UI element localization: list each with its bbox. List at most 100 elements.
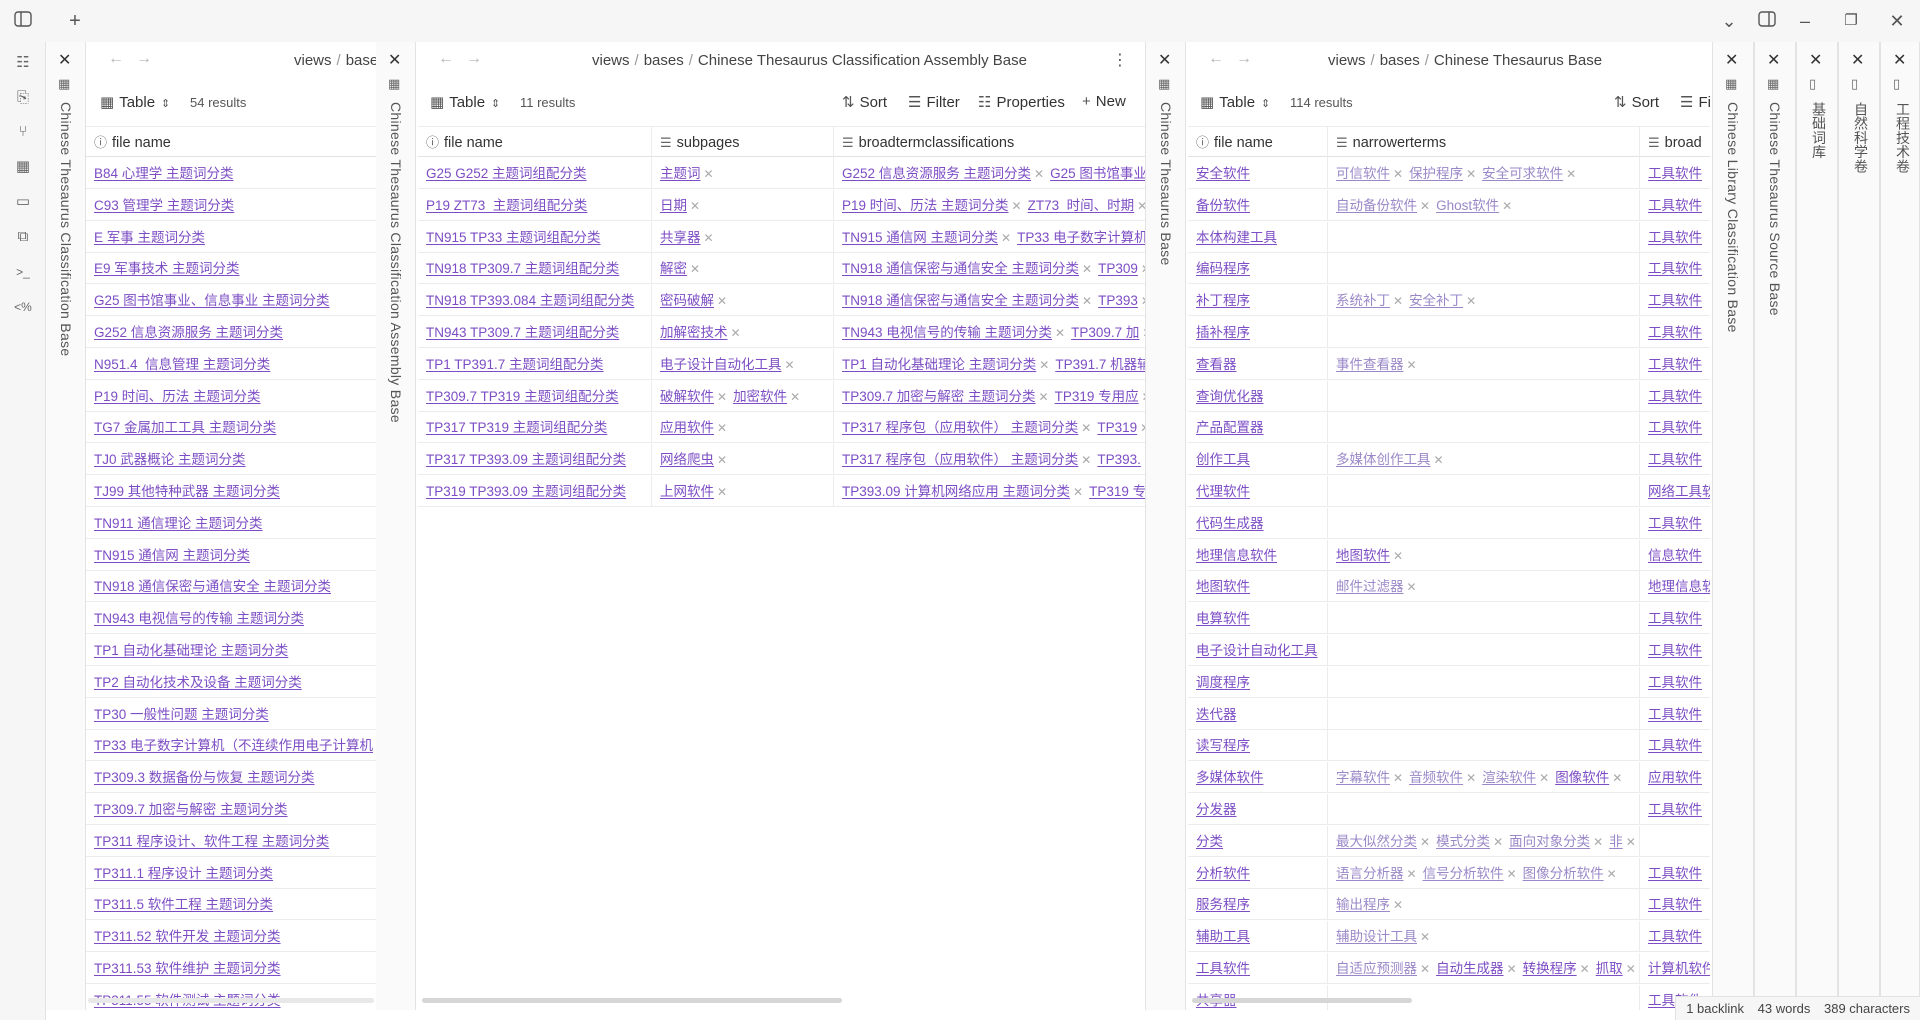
broader-link[interactable]: 信息软件 [1648, 548, 1702, 563]
tag-link[interactable]: 音频软件 [1409, 770, 1463, 785]
file-link[interactable]: TN915 TP33 主题词组配分类 [426, 230, 601, 245]
file-link[interactable]: TP309.3 数据备份与恢复 主题词分类 [94, 770, 315, 785]
remove-tag-icon[interactable]: ✕ [690, 199, 700, 213]
backlink-count[interactable]: 1 backlink [1686, 1001, 1744, 1016]
remove-tag-icon[interactable]: ✕ [1137, 199, 1145, 213]
file-link[interactable]: E9 军事技术 主题词分类 [94, 261, 240, 276]
file-link[interactable]: TP311.1 程序设计 主题词分类 [94, 866, 273, 881]
remove-tag-icon[interactable]: ✕ [704, 231, 714, 245]
file-link[interactable]: TP1 自动化基础理论 主题词分类 [94, 643, 288, 658]
close-tab-button[interactable]: ✕ [1158, 50, 1171, 70]
file-link[interactable]: 创作工具 [1196, 452, 1250, 467]
broader-link[interactable]: 工具软件 [1648, 452, 1702, 467]
broader-link[interactable]: 工具软件 [1648, 357, 1702, 372]
tag-link[interactable]: Ghost软件 [1436, 198, 1499, 213]
breadcrumb-item[interactable]: Chinese Thesaurus Classification Assembl… [698, 52, 1027, 69]
tag-link[interactable]: 图像分析软件 [1523, 866, 1604, 881]
tag-link[interactable]: 日期 [660, 198, 687, 213]
sidebar-toggle-icon[interactable] [12, 10, 34, 32]
close-tab-button[interactable]: ✕ [388, 50, 401, 70]
close-tab-button[interactable]: ✕ [1725, 50, 1738, 70]
remove-tag-icon[interactable]: ✕ [1566, 167, 1576, 181]
file-link[interactable]: TP309.7 TP319 主题词组配分类 [426, 389, 619, 404]
remove-tag-icon[interactable]: ✕ [1420, 962, 1430, 976]
breadcrumb-item[interactable]: views [294, 52, 332, 69]
tag-link[interactable]: TP309.7 加 [1071, 325, 1139, 340]
remove-tag-icon[interactable]: ✕ [1034, 167, 1044, 181]
remove-tag-icon[interactable]: ✕ [1626, 835, 1636, 849]
file-link[interactable]: 分发器 [1196, 802, 1237, 817]
remove-tag-icon[interactable]: ✕ [1393, 898, 1403, 912]
remove-tag-icon[interactable]: ✕ [1393, 294, 1403, 308]
percent-code-icon[interactable]: <% [12, 296, 34, 318]
file-link[interactable]: TN915 通信网 主题词分类 [94, 548, 250, 563]
remove-tag-icon[interactable]: ✕ [1393, 771, 1403, 785]
forward-arrow-icon[interactable]: → [466, 50, 482, 68]
remove-tag-icon[interactable]: ✕ [1502, 199, 1512, 213]
remove-tag-icon[interactable]: ✕ [785, 358, 795, 372]
tag-link[interactable]: 网络爬虫 [660, 452, 714, 467]
restore-button[interactable]: ❐ [1840, 10, 1862, 32]
file-link[interactable]: 备份软件 [1196, 198, 1250, 213]
file-link[interactable]: 电子设计自动化工具 [1196, 643, 1318, 658]
header-file-name[interactable]: ⓘ file name [418, 127, 652, 158]
remove-tag-icon[interactable]: ✕ [1082, 294, 1092, 308]
back-arrow-icon[interactable]: ← [438, 50, 454, 68]
header-broader[interactable]: ☰ broad [1640, 127, 1710, 158]
header-narrowerterms[interactable]: ☰ narrowerterms [1328, 127, 1640, 158]
broader-link[interactable]: 工具软件 [1648, 802, 1702, 817]
tag-link[interactable]: 最大似然分类 [1336, 834, 1417, 849]
pane1-tab-label[interactable]: Chinese Thesaurus Classification Base [58, 102, 74, 356]
broader-link[interactable]: 工具软件 [1648, 293, 1702, 308]
file-link[interactable]: TP309.7 加密与解密 主题词分类 [94, 802, 288, 817]
tag-link[interactable]: TP317 程序包（应用软件） 主题词分类 [842, 420, 1078, 435]
remove-tag-icon[interactable]: ✕ [1434, 453, 1444, 467]
file-link[interactable]: 工具软件 [1196, 961, 1250, 976]
close-tab-button[interactable]: ✕ [58, 50, 71, 70]
view-selector[interactable]: ▦ Table ⇕ [1200, 93, 1275, 111]
remove-tag-icon[interactable]: ✕ [1081, 421, 1091, 435]
tag-link[interactable]: 语言分析器 [1336, 866, 1404, 881]
tag-link[interactable]: TP319 专用应 [1055, 389, 1139, 404]
tag-link[interactable]: TP393. [1097, 452, 1141, 467]
tag-link[interactable]: 安全补丁 [1409, 293, 1463, 308]
file-link[interactable]: P19 ZT73_主题词组配分类 [426, 198, 587, 213]
file-link[interactable]: TJ0 武器概论 主题词分类 [94, 452, 246, 467]
remove-tag-icon[interactable]: ✕ [1012, 199, 1022, 213]
forward-arrow-icon[interactable]: → [136, 50, 152, 68]
file-link[interactable]: TJ99 其他特种武器 主题词分类 [94, 484, 280, 499]
collapsed-tab[interactable]: ✕ ▯ 自然科学卷 [1838, 42, 1880, 1010]
file-link[interactable]: 代码生成器 [1196, 516, 1264, 531]
file-link[interactable]: 分类 [1196, 834, 1223, 849]
more-options-icon[interactable]: ⋮ [1112, 50, 1128, 70]
minimize-button[interactable]: – [1794, 10, 1816, 32]
broader-link[interactable]: 工具软件 [1648, 611, 1702, 626]
copy-icon[interactable]: ⧉ [12, 226, 34, 248]
tag-link[interactable]: 事件查看器 [1336, 357, 1404, 372]
dashboard-icon[interactable]: ☷ [12, 52, 34, 74]
right-sidebar-toggle-icon[interactable] [1756, 10, 1778, 32]
remove-tag-icon[interactable]: ✕ [1039, 390, 1049, 404]
file-link[interactable]: TP1 TP391.7 主题词组配分类 [426, 357, 604, 372]
view-selector[interactable]: ▦ Table ⇕ [430, 93, 505, 111]
horizontal-scrollbar[interactable] [88, 998, 374, 1003]
file-link[interactable]: B84 心理学 主题词分类 [94, 166, 234, 181]
file-link[interactable]: C93 管理学 主题词分类 [94, 198, 234, 213]
new-tab-button[interactable]: + [64, 10, 86, 32]
view-selector[interactable]: ▦ Table ⇕ [100, 93, 175, 111]
header-broadtermclassifications[interactable]: ☰ broadtermclassifications [834, 127, 1145, 158]
remove-tag-icon[interactable]: ✕ [1407, 580, 1417, 594]
file-link[interactable]: 迭代器 [1196, 707, 1237, 722]
breadcrumb-item[interactable]: views [1328, 52, 1366, 69]
file-link[interactable]: 服务程序 [1196, 897, 1250, 912]
remove-tag-icon[interactable]: ✕ [1466, 294, 1476, 308]
broader-link[interactable]: 工具软件 [1648, 738, 1702, 753]
tag-link[interactable]: TN943 电视信号的传输 主题词分类 [842, 325, 1052, 340]
tag-link[interactable]: TP319 专 [1089, 484, 1145, 499]
remove-tag-icon[interactable]: ✕ [1001, 231, 1011, 245]
tag-link[interactable]: 共享器 [660, 230, 701, 245]
remove-tag-icon[interactable]: ✕ [704, 167, 714, 181]
header-subpages[interactable]: ☰ subpages [652, 127, 834, 158]
remove-tag-icon[interactable]: ✕ [717, 390, 727, 404]
tag-link[interactable]: 安全可求软件 [1482, 166, 1563, 181]
